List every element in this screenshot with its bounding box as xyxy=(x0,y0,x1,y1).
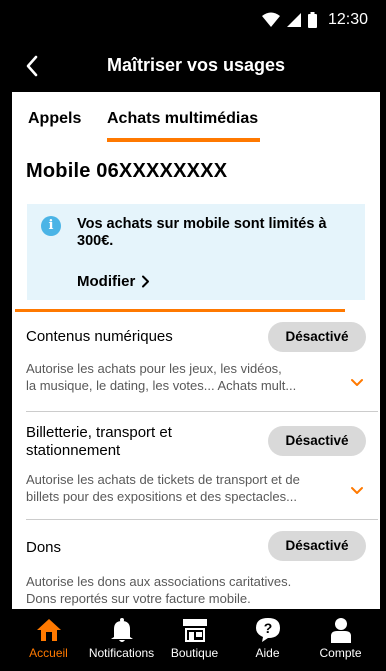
section-description-line2: la musique, le dating, les votes... Acha… xyxy=(26,378,297,393)
nav-compte[interactable]: Compte xyxy=(304,609,377,671)
section-title: Contenus numériques xyxy=(26,328,173,345)
info-message: Vos achats sur mobile sont limités à 300… xyxy=(77,216,327,249)
section-description-line2: Dons reportés sur votre facture mobile. xyxy=(26,591,251,606)
bell-icon xyxy=(110,618,133,642)
mobile-line-title: Mobile 06XXXXXXXX xyxy=(26,160,228,182)
nav-notifications[interactable]: Notifications xyxy=(85,609,158,671)
battery-icon xyxy=(307,12,317,28)
chevron-right-icon xyxy=(142,275,150,288)
device-frame: 12:30 Maîtriser vos usages Appels Achats… xyxy=(0,0,386,671)
chevron-down-icon[interactable] xyxy=(350,486,364,496)
tab-bar: Appels Achats multimédias xyxy=(12,92,380,144)
home-icon xyxy=(36,619,61,641)
account-icon xyxy=(330,618,351,643)
section-description-line1: Autorise les achats pour les jeux, les v… xyxy=(26,361,282,376)
nav-accueil[interactable]: Accueil xyxy=(12,609,85,671)
nav-aide[interactable]: ? Aide xyxy=(231,609,304,671)
nav-label: Boutique xyxy=(170,646,219,660)
signal-icon xyxy=(286,13,301,27)
section-dons: Dons Désactivé Autorise les dons aux ass… xyxy=(26,520,366,609)
app-bar: Maîtriser vos usages xyxy=(12,40,380,92)
status-bar: 12:30 xyxy=(12,0,380,40)
help-icon: ? xyxy=(255,618,280,642)
nav-label: Aide xyxy=(255,646,280,660)
bottom-nav: Accueil Notifications Boutique ? Aide Co… xyxy=(12,609,380,671)
nav-label: Compte xyxy=(319,646,362,660)
info-banner: i Vos achats sur mobile sont limités à 3… xyxy=(27,204,365,300)
chevron-down-icon[interactable] xyxy=(350,378,364,388)
active-tab-indicator xyxy=(107,138,260,142)
status-badge[interactable]: Désactivé xyxy=(268,426,366,456)
modify-label: Modifier xyxy=(77,273,136,290)
nav-label: Notifications xyxy=(88,646,155,660)
page-title: Maîtriser vos usages xyxy=(106,55,286,75)
status-time: 12:30 xyxy=(327,11,368,28)
status-badge[interactable]: Désactivé xyxy=(268,322,366,352)
section-contenus-numeriques: Contenus numériques Désactivé Autorise l… xyxy=(26,320,378,412)
modify-link[interactable]: Modifier xyxy=(77,273,150,290)
section-title: Dons xyxy=(26,539,62,556)
section-description-line1: Autorise les achats de tickets de transp… xyxy=(26,472,300,487)
section-title-line2: stationnement xyxy=(26,442,121,459)
tab-appels[interactable]: Appels xyxy=(28,110,81,128)
svg-text:?: ? xyxy=(263,620,272,636)
info-icon: i xyxy=(41,216,61,236)
nav-boutique[interactable]: Boutique xyxy=(158,609,231,671)
section-description-line1: Autorise les dons aux associations carit… xyxy=(26,574,292,589)
section-description-line2: billets pour des expositions et des spec… xyxy=(26,489,297,504)
section-separator xyxy=(15,309,345,312)
section-title-line1: Billetterie, transport et xyxy=(26,424,172,441)
screen: 12:30 Maîtriser vos usages Appels Achats… xyxy=(12,0,380,671)
tab-achats-multimedias[interactable]: Achats multimédias xyxy=(107,110,258,128)
status-badge[interactable]: Désactivé xyxy=(268,531,366,561)
shop-icon xyxy=(182,619,207,642)
nav-label: Accueil xyxy=(29,646,68,660)
section-billetterie: Billetterie, transport et stationnement … xyxy=(26,412,378,520)
wifi-icon xyxy=(261,12,280,27)
